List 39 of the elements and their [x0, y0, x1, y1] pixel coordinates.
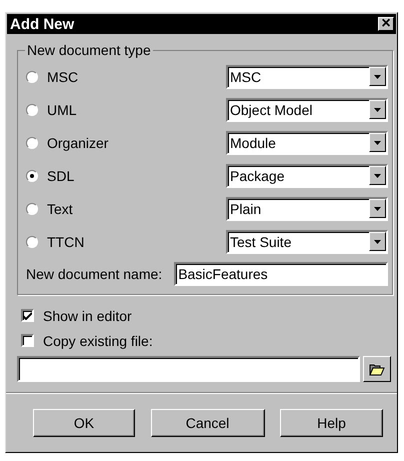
type-dropdown[interactable]: Object Model: [226, 98, 388, 122]
radio-label: SDL: [47, 168, 74, 184]
field-label: New document name:: [26, 266, 162, 282]
radio-button[interactable]: UML: [26, 102, 226, 118]
browse-button[interactable]: [363, 356, 391, 382]
radio-label: Organizer: [47, 134, 108, 150]
radio-label: UML: [47, 102, 77, 118]
name-input-field[interactable]: BasicFeatures: [174, 262, 388, 286]
type-dropdown[interactable]: Module: [226, 130, 388, 154]
group-title: New document type: [26, 42, 152, 58]
type-dropdown[interactable]: Package: [226, 164, 388, 188]
radio-label: Text: [47, 200, 73, 216]
dropdown-value: Plain: [230, 200, 262, 216]
radio-button[interactable]: Text: [26, 200, 226, 216]
radio-button[interactable]: Organizer: [26, 134, 226, 150]
dialog-button[interactable]: OK: [33, 409, 135, 437]
type-dropdown[interactable]: Plain: [226, 196, 388, 220]
radio-button[interactable]: TTCN: [26, 234, 226, 250]
checkbox-label: Copy existing file:: [43, 332, 153, 348]
file-path-field[interactable]: [17, 356, 360, 382]
dropdown-value: Test Suite: [230, 234, 292, 250]
dialog-button[interactable]: Cancel: [150, 409, 264, 437]
checkbox-label: Show in editor: [43, 308, 132, 324]
checkbox[interactable]: Copy existing file:: [21, 328, 153, 353]
type-dropdown[interactable]: MSC: [226, 64, 388, 88]
dropdown-value: Package: [230, 168, 284, 184]
dropdown-value: Object Model: [230, 102, 312, 118]
type-dropdown[interactable]: Test Suite: [226, 230, 388, 254]
radio-label: MSC: [47, 68, 78, 84]
radio-label: TTCN: [47, 234, 84, 250]
dropdown-value: Module: [230, 134, 276, 150]
radio-button[interactable]: SDL: [26, 168, 226, 184]
dialog-button[interactable]: Help: [280, 409, 383, 437]
checkbox[interactable]: Show in editor: [21, 303, 132, 328]
window-title: Add New: [10, 16, 74, 32]
dropdown-value: MSC: [230, 68, 262, 84]
close-button[interactable]: ×: [378, 17, 394, 31]
folder-icon: [369, 362, 385, 376]
radio-button[interactable]: MSC: [26, 68, 226, 84]
